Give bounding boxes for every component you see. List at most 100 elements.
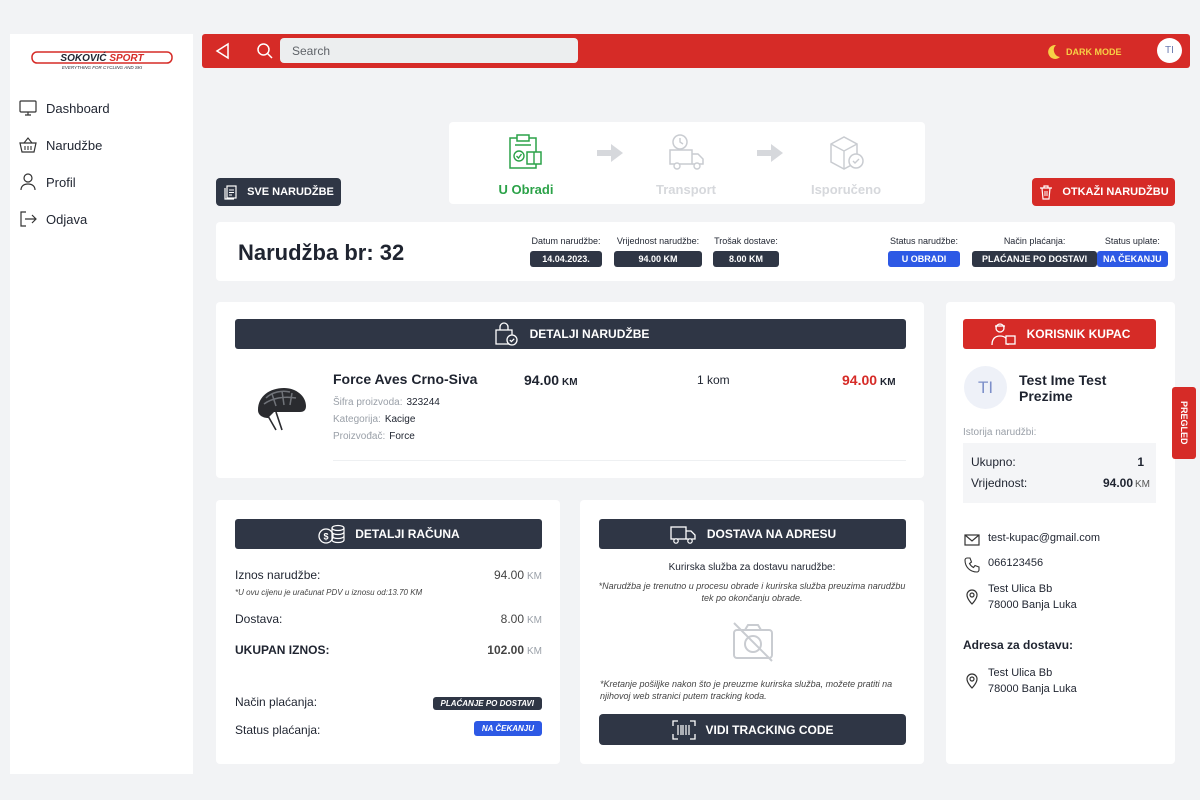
order-payment: Način plaćanja: PLAĆANJE PO DOSTAVI (972, 236, 1098, 267)
order-value-label: Vrijednost narudžbe: (616, 236, 700, 246)
delivery-person-icon (990, 323, 1016, 346)
order-progress: U Obradi Transport Isporučeno (449, 122, 925, 204)
sidebar: SOKOVIĆ SPORT EVERYTHING FOR CYCLING AND… (10, 34, 193, 774)
order-date: Datum narudžbe: 14.04.2023. (530, 236, 602, 267)
sidebar-item-narudzbe[interactable]: Narudžbe (18, 135, 102, 155)
shopping-bag-check-icon (494, 322, 518, 346)
search-input[interactable] (280, 38, 578, 63)
sidebar-item-odjava[interactable]: Odjava (18, 209, 87, 229)
step-label: Transport (656, 182, 716, 197)
vat-note: *U ovu cijenu je uračunat PDV u iznosu o… (235, 588, 423, 597)
search-icon (257, 43, 273, 59)
arrow-right-icon (757, 144, 783, 162)
monitor-icon (19, 100, 37, 116)
step-label: Isporučeno (810, 182, 882, 197)
customer-street: Test Ulica Bb (988, 583, 1053, 595)
invoice-total: 102.00 KM (487, 643, 542, 657)
svg-text:$: $ (324, 532, 329, 542)
location-pin-icon (966, 673, 978, 689)
delivery-header: DOSTAVA NA ADRESU (599, 519, 906, 549)
order-date-label: Datum narudžbe: (531, 236, 601, 246)
order-pay-status: Status uplate: NA ČEKANJU (1097, 236, 1168, 267)
invoice-delivery: 8.00 KM (501, 612, 542, 626)
customer-card: KORISNIK KUPAC TI Test Ime Test Prezime … (946, 302, 1175, 764)
tracking-code-button[interactable]: VIDI TRACKING CODE (599, 714, 906, 745)
helmet-image[interactable] (254, 382, 310, 434)
shipping-address: Test Ulica Bb 78000 Banja Luka (964, 665, 1077, 697)
product-category: Kategorija: Kacige (333, 414, 415, 425)
step-label: U Obradi (498, 182, 554, 197)
delivery-title: DOSTAVA NA ADRESU (706, 527, 837, 541)
product-sku-label: Šifra proizvoda: (333, 397, 403, 408)
dark-mode-toggle[interactable]: DARK MODE (1044, 43, 1122, 61)
delivery-card: DOSTAVA NA ADRESU Kurirska služba za dos… (580, 500, 924, 764)
customer-phone-text[interactable]: 066123456 (988, 557, 1043, 569)
courier-title: Kurirska služba za dostavu narudžbe: (668, 562, 836, 573)
product-manufacturer-value: Force (389, 431, 415, 442)
customer-email: test-kupac@gmail.com (964, 532, 1100, 548)
trash-icon (1040, 185, 1053, 200)
order-history-label: Istorija narudžbi: (963, 427, 1037, 438)
product-quantity: 1 kom (697, 373, 730, 387)
invoice-amount-value: 94.00 (493, 568, 524, 582)
brand-logo[interactable]: SOKOVIĆ SPORT EVERYTHING FOR CYCLING AND… (30, 50, 174, 70)
product-manufacturer-label: Proizvođač: (333, 431, 386, 442)
order-summary-bar: Narudžba br: 32 Datum narudžbe: 14.04.20… (216, 222, 1175, 281)
invoice-card: $ DETALJI RAČUNA Iznos narudžbe: 94.00 KM… (216, 500, 560, 764)
product-total-value: 94.00 (842, 372, 878, 388)
avatar[interactable]: TI (1157, 38, 1182, 63)
product-total-unit: KM (880, 377, 896, 388)
divider (333, 460, 906, 461)
shipping-address-title: Adresa za dostavu: (963, 638, 1074, 652)
product-total: 94.00 KM (842, 372, 896, 388)
step-u-obradi: U Obradi (476, 132, 576, 197)
status-badge: U OBRADI (888, 251, 960, 267)
overview-side-tab[interactable]: PREGLED (1172, 387, 1196, 459)
payment-method-badge: PLAĆANJE PO DOSTAVI (432, 697, 542, 710)
customer-email-text[interactable]: test-kupac@gmail.com (988, 532, 1100, 544)
customer-title: KORISNIK KUPAC (1026, 327, 1131, 341)
product-name[interactable]: Force Aves Crno-Siva (333, 371, 477, 387)
page-title: Narudžba br: 32 (238, 240, 405, 265)
pay-status-badge: NA ČEKANJU (1097, 251, 1168, 267)
collapse-sidebar-icon[interactable] (214, 42, 232, 60)
shipping-city: 78000 Banja Luka (988, 683, 1077, 695)
payment-method-label: Način plaćanja: (235, 695, 318, 709)
all-orders-button[interactable]: SVE NARUDŽBE (216, 178, 341, 206)
customer-avatar: TI (964, 366, 1007, 409)
order-value: Vrijednost narudžbe: 94.00 KM (614, 236, 702, 267)
sidebar-item-profil[interactable]: Profil (18, 172, 76, 192)
step-isporuceno: Isporučeno (796, 132, 896, 197)
history-value-label: Vrijednost: (971, 476, 1028, 490)
step-transport: Transport (636, 132, 736, 197)
cancel-order-label: OTKAŽI NARUDŽBU (1062, 186, 1169, 198)
order-details-header: DETALJI NARUDŽBE (235, 319, 906, 349)
history-value-amount: 94.00 (1102, 476, 1133, 490)
barcode-scan-icon (672, 719, 697, 740)
invoice-total-value: 102.00 (487, 643, 524, 657)
invoice-delivery-value: 8.00 (500, 612, 524, 626)
mail-icon (964, 534, 980, 546)
documents-icon (224, 185, 237, 200)
payment-status-label: Status plaćanja: (235, 723, 321, 737)
all-orders-label: SVE NARUDŽBE (247, 186, 334, 198)
moon-icon (1048, 44, 1060, 59)
sidebar-item-label: Profil (46, 174, 76, 190)
shipping-address-text: Test Ulica Bb 78000 Banja Luka (988, 665, 1077, 697)
history-value: 94.00 KM (1103, 476, 1150, 490)
phone-icon (964, 557, 980, 573)
customer-address: Test Ulica Bb 78000 Banja Luka (964, 581, 1077, 613)
sidebar-item-dashboard[interactable]: Dashboard (18, 98, 110, 118)
history-value-unit: KM (1135, 479, 1150, 490)
tracking-note: *Kretanje pošiljke nakon što je preuzme … (600, 679, 893, 701)
product-category-label: Kategorija: (333, 414, 381, 425)
invoice-total-unit: KM (527, 646, 542, 657)
cancel-order-button[interactable]: OTKAŽI NARUDŽBU (1032, 178, 1175, 206)
history-total-value: 1 (1137, 455, 1144, 469)
customer-phone: 066123456 (964, 557, 1043, 573)
order-value-badge: 94.00 KM (614, 251, 702, 267)
invoice-amount-unit: KM (527, 571, 542, 582)
order-shipping: Trošak dostave: 8.00 KM (713, 236, 779, 267)
svg-text:EVERYTHING FOR CYCLING AND SKI: EVERYTHING FOR CYCLING AND SKI (62, 65, 143, 70)
customer-city: 78000 Banja Luka (988, 599, 1077, 611)
